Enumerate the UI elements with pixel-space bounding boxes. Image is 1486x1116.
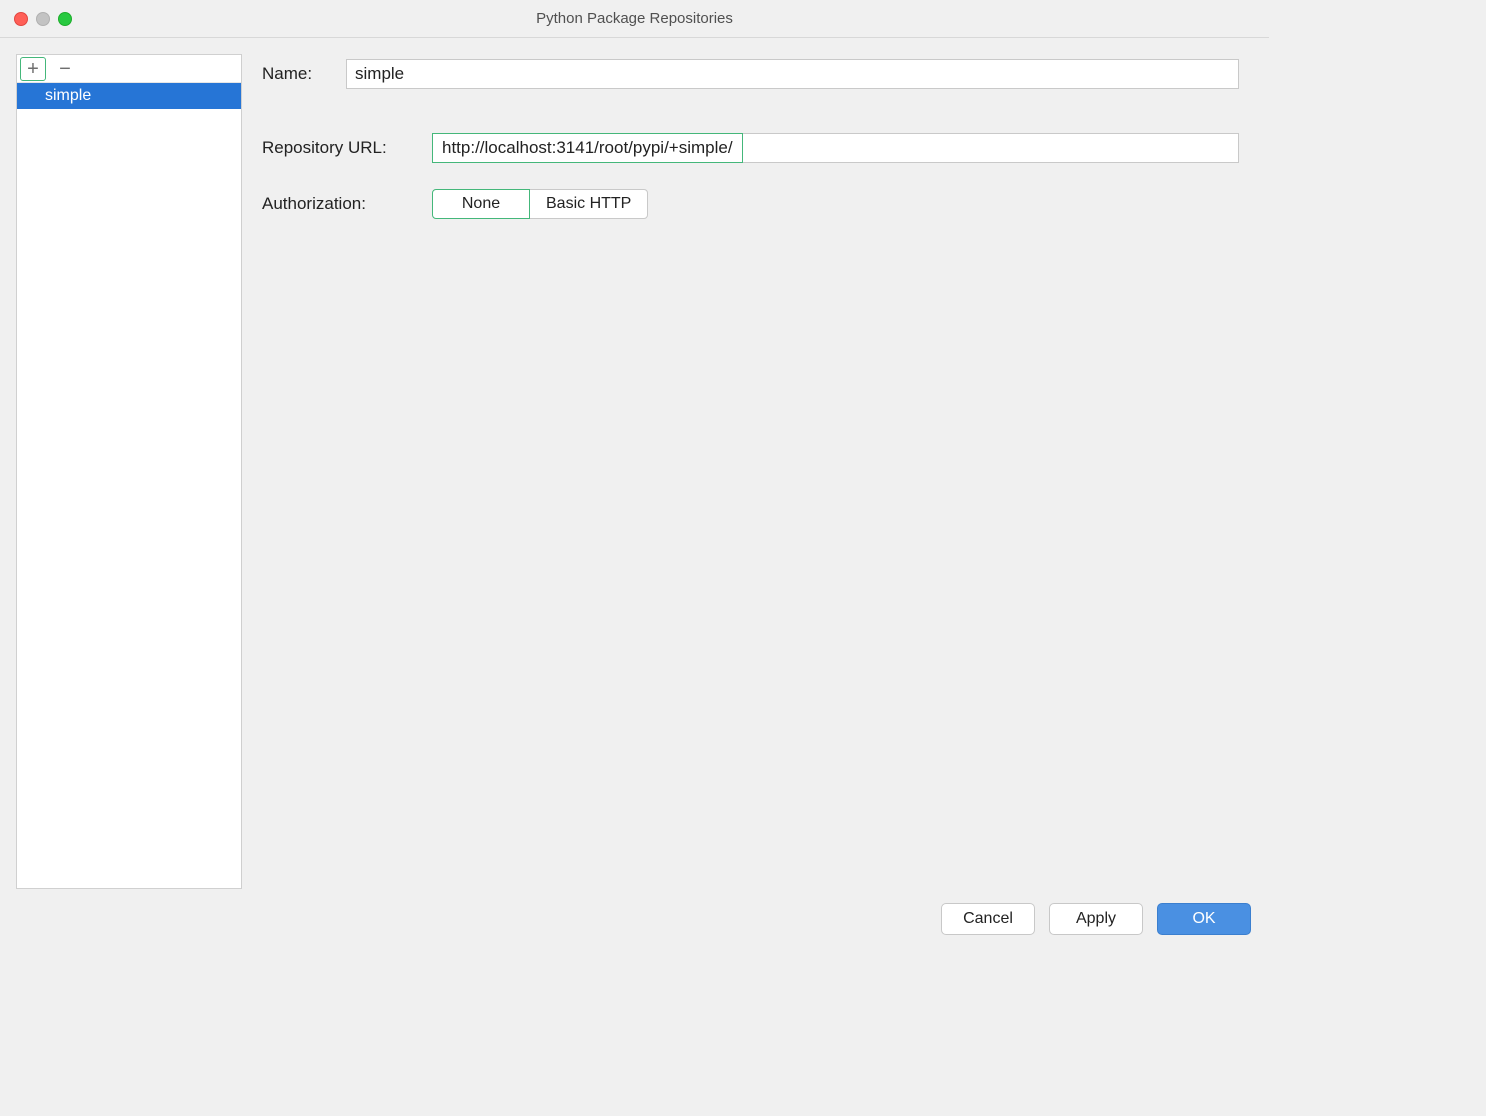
content-area: + − simple Name: xyxy=(0,38,1269,889)
dialog-footer: Cancel Apply OK xyxy=(0,889,1269,953)
authorization-none-button[interactable]: None xyxy=(432,189,530,219)
authorization-basic-http-button[interactable]: Basic HTTP xyxy=(529,189,648,219)
cancel-button[interactable]: Cancel xyxy=(941,903,1035,935)
authorization-segmented-control: None Basic HTTP xyxy=(432,189,648,219)
dialog-window: Python Package Repositories + − simple xyxy=(0,0,1269,953)
add-repository-button[interactable]: + xyxy=(20,57,46,81)
plus-icon: + xyxy=(27,59,39,79)
apply-button[interactable]: Apply xyxy=(1049,903,1143,935)
repository-url-value: http://localhost:3141/root/pypi/+simple/ xyxy=(432,133,743,163)
name-label: Name: xyxy=(262,64,346,84)
window-title: Python Package Repositories xyxy=(0,10,1269,27)
repository-list-item[interactable]: simple xyxy=(17,83,241,109)
url-row: Repository URL: http://localhost:3141/ro… xyxy=(262,133,1239,163)
repository-url-label: Repository URL: xyxy=(262,138,432,158)
dialog-body: + − simple Name: xyxy=(0,38,1269,953)
titlebar: Python Package Repositories xyxy=(0,0,1269,38)
window-close-button[interactable] xyxy=(14,12,28,26)
ok-button[interactable]: OK xyxy=(1157,903,1251,935)
repository-url-empty xyxy=(743,134,1238,162)
repository-list[interactable]: simple xyxy=(17,83,241,888)
authorization-basic-label: Basic HTTP xyxy=(546,195,631,213)
repository-item-label: simple xyxy=(45,87,91,104)
name-row: Name: xyxy=(262,59,1239,89)
authorization-row: Authorization: None Basic HTTP xyxy=(262,189,1239,219)
remove-repository-button[interactable]: − xyxy=(52,57,78,81)
traffic-lights xyxy=(14,12,72,26)
repositories-sidebar: + − simple xyxy=(16,54,241,889)
authorization-label: Authorization: xyxy=(262,194,432,214)
repository-details-panel: Name: Repository URL: http://localhost:3… xyxy=(242,54,1253,889)
name-input[interactable] xyxy=(346,59,1239,89)
window-zoom-button[interactable] xyxy=(58,12,72,26)
authorization-none-label: None xyxy=(462,195,500,213)
sidebar-toolbar: + − xyxy=(17,55,241,83)
repository-url-input[interactable]: http://localhost:3141/root/pypi/+simple/ xyxy=(432,133,1239,163)
window-minimize-button[interactable] xyxy=(36,12,50,26)
minus-icon: − xyxy=(59,59,71,79)
